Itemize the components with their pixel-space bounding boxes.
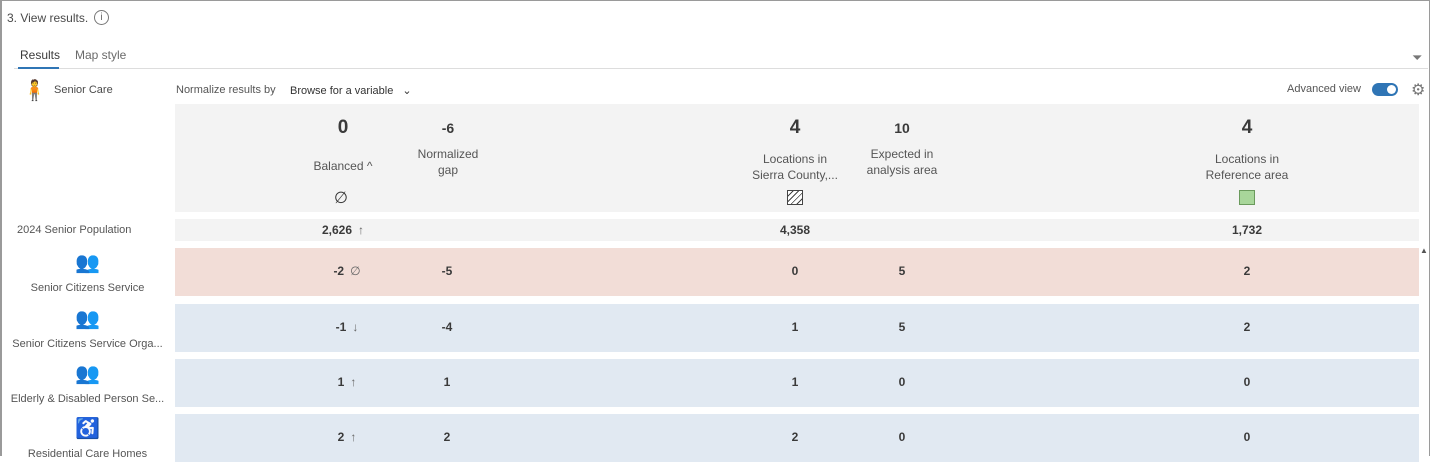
row-label: Elderly & Disabled Person Se... (10, 393, 165, 405)
row-locations: 2 (791, 430, 799, 444)
gap-label-2: gap (437, 163, 459, 177)
row-balanced: -1 (335, 320, 347, 334)
row-locations: 0 (791, 264, 799, 278)
senior-person-icon: 🧍 (22, 80, 47, 102)
row-balanced: 1 (337, 375, 345, 389)
reference-total: 4 (1241, 117, 1253, 138)
category-label: Senior Care (54, 84, 113, 96)
row-expected: 5 (898, 264, 906, 278)
reference-label-1: Locations in (1214, 152, 1280, 166)
people-icon: 👥 (75, 252, 100, 274)
gap-label-1: Normalized (417, 147, 479, 161)
summary-header: 0 Balanced ^ ∅ -6 Normalized gap 4 Locati… (175, 104, 1419, 212)
table-row[interactable]: 2 ↑ 2 2 0 0 (175, 414, 1419, 462)
chevron-up-icon: ^ (366, 159, 373, 173)
table-row[interactable]: -2 ∅ -5 0 5 2 (175, 248, 1419, 296)
care-assist-icon: ♿ (75, 418, 100, 440)
row-label: Senior Citizens Service Orga... (12, 338, 163, 350)
step-title: 3. View results. (7, 11, 89, 25)
locations-label-2: Sierra County,... (752, 168, 838, 182)
expected-label-1: Expected in (870, 147, 934, 161)
row-reference: 2 (1243, 320, 1251, 334)
row-gap: -5 (441, 264, 453, 278)
row-locations: 1 (791, 320, 799, 334)
people-icon: 👥 (75, 363, 100, 385)
expected-total: 10 (894, 120, 910, 136)
status-icon: ↑ (350, 430, 357, 444)
population-label: 2024 Senior Population (17, 224, 132, 236)
locations-label-1: Locations in (762, 152, 828, 166)
row-balanced: 2 (337, 430, 345, 444)
people-icon: 👥 (75, 308, 100, 330)
status-icon: ↑ (350, 375, 357, 389)
normalize-label: Normalize results by (176, 84, 276, 96)
tab-results[interactable]: Results (20, 48, 60, 62)
normalize-dropdown[interactable]: Browse for a variable ⌄ (290, 84, 412, 97)
table-row[interactable]: 1 ↑ 1 1 0 0 (175, 359, 1419, 407)
advanced-view-label: Advanced view (1287, 83, 1361, 95)
population-row: 2,626 ↑ 4,358 1,732 (175, 219, 1419, 241)
row-gap: 1 (443, 375, 451, 389)
balanced-label: Balanced (313, 159, 364, 173)
chevron-down-icon: ⌄ (402, 85, 412, 97)
advanced-view-toggle[interactable] (1372, 83, 1398, 96)
balanced-symbol-icon: ∅ (334, 190, 348, 207)
row-expected: 0 (898, 375, 906, 389)
row-reference: 0 (1243, 375, 1251, 389)
population-balanced: 2,626 (321, 223, 353, 237)
hatched-swatch-icon (787, 190, 803, 205)
balanced-sort[interactable]: Balanced ^ (293, 158, 393, 174)
filter-icon[interactable]: ⏷ (1412, 50, 1422, 66)
row-label: Senior Citizens Service (30, 282, 145, 294)
gap-total: -6 (441, 120, 455, 136)
table-row[interactable]: -1 ↓ -4 1 5 2 (175, 304, 1419, 352)
info-icon[interactable]: i (94, 10, 109, 25)
gear-icon[interactable]: ⚙ (1411, 80, 1425, 100)
tab-map-style[interactable]: Map style (75, 48, 126, 62)
row-balanced: -2 (333, 264, 345, 278)
tab-divider (14, 68, 1428, 69)
active-tab-indicator (18, 67, 59, 69)
balanced-total: 0 (337, 117, 349, 138)
reference-swatch-icon (1239, 190, 1255, 205)
row-gap: 2 (443, 430, 451, 444)
row-reference: 2 (1243, 264, 1251, 278)
locations-total: 4 (789, 117, 801, 138)
reference-label-2: Reference area (1205, 168, 1289, 182)
population-locations: 4,358 (779, 223, 811, 237)
status-icon: ∅ (350, 264, 361, 278)
scroll-up-arrow[interactable]: ▲ (1420, 246, 1428, 255)
population-reference: 1,732 (1231, 223, 1263, 237)
normalize-value: Browse for a variable (290, 85, 394, 97)
row-label: Residential Care Homes (27, 448, 148, 460)
row-expected: 5 (898, 320, 906, 334)
status-icon: ↓ (352, 320, 359, 334)
arrow-up-icon: ↑ (358, 223, 365, 237)
row-reference: 0 (1243, 430, 1251, 444)
row-expected: 0 (898, 430, 906, 444)
row-locations: 1 (791, 375, 799, 389)
row-gap: -4 (441, 320, 453, 334)
expected-label-2: analysis area (866, 163, 938, 177)
